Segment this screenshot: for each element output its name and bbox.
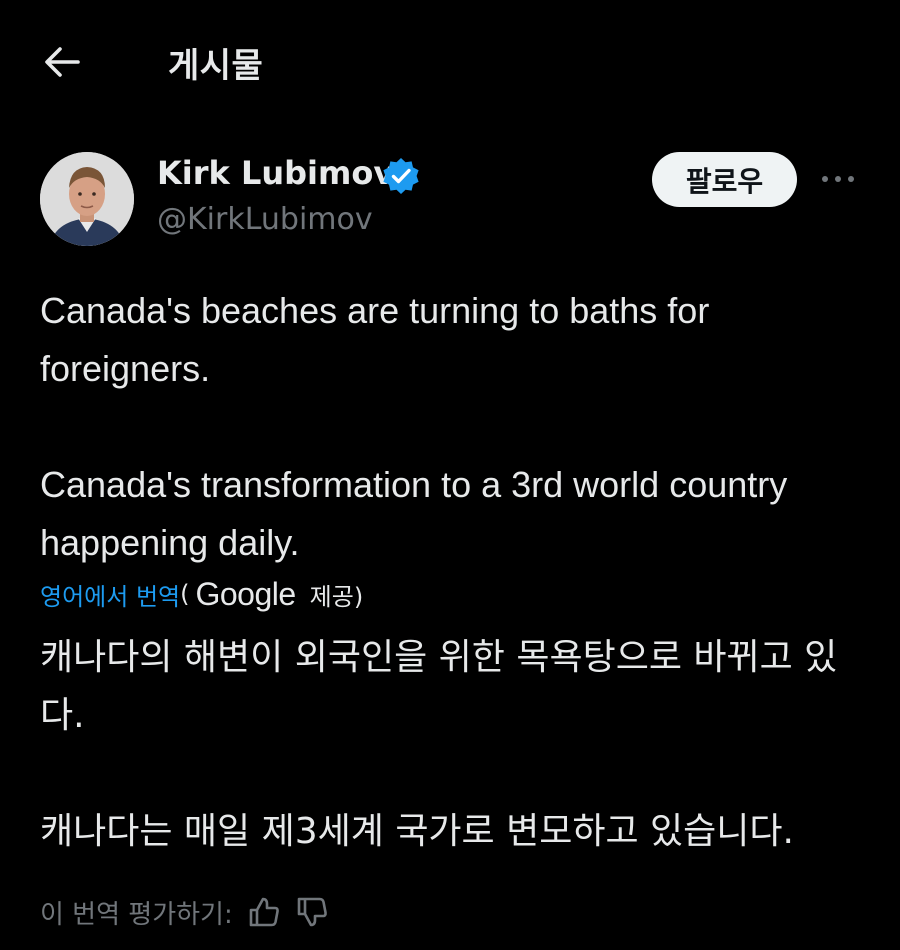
arrow-left-icon[interactable] bbox=[38, 38, 86, 86]
author-name[interactable]: Kirk Lubimov bbox=[157, 154, 394, 192]
translation-attribution: 영어에서 번역 ( Google 제공) bbox=[40, 574, 363, 614]
avatar-image bbox=[40, 152, 134, 246]
tweet-text: Canada's beaches are turning to baths fo… bbox=[40, 282, 870, 572]
top-bar: 게시물 bbox=[0, 0, 900, 120]
translated-paragraph: 캐나다의 해변이 외국인을 위한 목욕탕으로 바뀌고 있다. bbox=[40, 637, 838, 736]
avatar[interactable] bbox=[40, 152, 134, 246]
follow-button[interactable]: 팔로우 bbox=[652, 152, 797, 207]
verified-badge-icon bbox=[383, 158, 419, 194]
more-horizontal-icon[interactable] bbox=[818, 164, 858, 194]
thumbs-down-icon[interactable] bbox=[295, 895, 329, 929]
provided-label: 제공) bbox=[309, 582, 364, 611]
google-logo: Google bbox=[195, 575, 296, 612]
translated-from-link[interactable]: 영어에서 번역 bbox=[40, 577, 180, 612]
page-title: 게시물 bbox=[168, 46, 264, 86]
translated-paragraph: 캐나다는 매일 제3세계 국가로 변모하고 있습니다. bbox=[40, 811, 794, 852]
tweet-paragraph: Canada's beaches are turning to baths fo… bbox=[40, 290, 710, 389]
rate-translation: 이 번역 평가하기: bbox=[40, 892, 329, 932]
open-paren: ( bbox=[180, 580, 190, 608]
thumbs-up-icon[interactable] bbox=[247, 895, 281, 929]
author-handle[interactable]: @KirkLubimov bbox=[157, 202, 373, 237]
translated-text: 캐나다의 해변이 외국인을 위한 목욕탕으로 바뀌고 있다. 캐나다는 매일 제… bbox=[40, 629, 870, 861]
rate-translation-label: 이 번역 평가하기: bbox=[40, 899, 233, 930]
tweet-paragraph: Canada's transformation to a 3rd world c… bbox=[40, 464, 788, 563]
